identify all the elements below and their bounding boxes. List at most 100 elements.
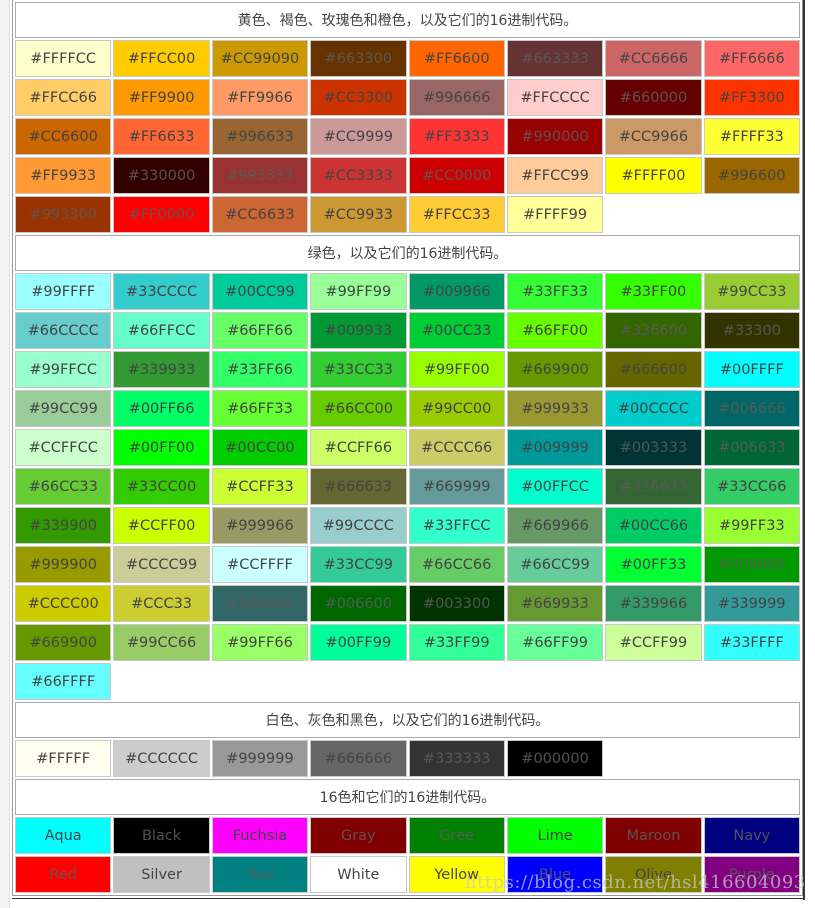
color-swatch-cell: #006666 bbox=[703, 390, 800, 427]
color-swatch-cell: #CCFFCC bbox=[15, 429, 112, 466]
color-swatch-cell: #996633 bbox=[211, 118, 309, 155]
color-swatch-cell: #999999 bbox=[211, 740, 309, 777]
color-swatch-cell: #33300 bbox=[703, 312, 800, 349]
color-row: #FFFFF #CCCCCC #999999 #666666 #333333 #00000… bbox=[15, 740, 800, 777]
color-swatch-cell: #CC0000 bbox=[408, 157, 505, 194]
color-row: #993300 #FF0000 #CC6633 #CC9933 #FFCC33 #FFFF… bbox=[15, 196, 800, 233]
section-title: 绿色，以及它们的16进制代码。 bbox=[15, 235, 800, 271]
empty-cell bbox=[605, 740, 702, 777]
color-swatch-cell: #666666 bbox=[310, 740, 407, 777]
color-row: #66CC33 #33CC00 #CCFF33 #666633 #669999 #00FF… bbox=[15, 468, 800, 505]
color-swatch-cell: #CCCC00 bbox=[15, 585, 112, 622]
empty-cell bbox=[211, 663, 309, 700]
color-swatch-cell: #009966 bbox=[408, 273, 505, 310]
color-row: #66CCCC #66FFCC #66FF66 #009933 #00CC33 #66FF… bbox=[15, 312, 800, 349]
color-swatch-cell: #66FFFF bbox=[15, 663, 112, 700]
color-swatch-cell: #996600 bbox=[703, 157, 800, 194]
color-swatch-cell: #663333 bbox=[506, 40, 604, 77]
color-row: #FFCC66 #FF9900 #FF9966 #CC3300 #996666 #FFCC… bbox=[15, 79, 800, 116]
color-swatch-cell: #99FF66 bbox=[211, 624, 309, 661]
color-swatch-cell: #999966 bbox=[211, 507, 309, 544]
color-swatch-cell: #990000 bbox=[506, 118, 604, 155]
color-code-tables: 黄色、褐色、玫瑰色和橙色，以及它们的16进制代码。 #FFFFCC #FFCC00 #… bbox=[12, 0, 803, 896]
color-swatch-cell: #669900 bbox=[506, 351, 604, 388]
color-swatch-cell: #FFFFCC bbox=[15, 40, 112, 77]
color-swatch-cell: #669999 bbox=[408, 468, 505, 505]
color-swatch-cell: Maroon bbox=[605, 817, 702, 854]
color-swatch-cell: #00CC00 bbox=[211, 429, 309, 466]
color-swatch-cell: Purple bbox=[703, 856, 800, 893]
color-swatch-cell: Fuchsia bbox=[211, 817, 309, 854]
color-swatch-cell: #33CC66 bbox=[703, 468, 800, 505]
color-swatch-cell: #00FFCC bbox=[506, 468, 604, 505]
color-swatch-cell: #99FF33 bbox=[703, 507, 800, 544]
color-swatch-cell: #00FFFF bbox=[703, 351, 800, 388]
color-swatch-cell: #FFCC66 bbox=[15, 79, 112, 116]
color-swatch-cell: Aqua bbox=[15, 817, 112, 854]
section-header-row: 绿色，以及它们的16进制代码。 bbox=[15, 235, 800, 271]
color-swatch-cell: #999900 bbox=[15, 546, 112, 583]
color-swatch-cell: #339999 bbox=[703, 585, 800, 622]
color-swatch-cell: #FF3333 bbox=[408, 118, 505, 155]
empty-cell bbox=[703, 740, 800, 777]
color-swatch-cell: #333333 bbox=[408, 740, 505, 777]
color-row: #99CC99 #00FF66 #66FF33 #66CC00 #99CC00 #9999… bbox=[15, 390, 800, 427]
color-swatch-cell: #FFFF00 bbox=[605, 157, 702, 194]
color-swatch-cell: #336633 bbox=[605, 468, 702, 505]
color-swatch-cell: #666600 bbox=[605, 351, 702, 388]
empty-cell bbox=[605, 196, 702, 233]
color-swatch-cell: #33FF00 bbox=[605, 273, 702, 310]
color-swatch-cell: #CC6633 bbox=[211, 196, 309, 233]
color-row: #FF9933 #330000 #993333 #CC3333 #CC0000 #FFCC… bbox=[15, 157, 800, 194]
color-swatch-cell: #660000 bbox=[605, 79, 702, 116]
color-swatch-cell: Gray bbox=[310, 817, 407, 854]
color-swatch-cell: Gree bbox=[408, 817, 505, 854]
color-swatch-cell: #003333 bbox=[605, 429, 702, 466]
color-swatch-cell: #99CC00 bbox=[408, 390, 505, 427]
color-swatch-cell: #00FF00 bbox=[113, 429, 210, 466]
color-row: Aqua Black Fuchsia Gray Gree Lime Maroon Navy bbox=[15, 817, 800, 854]
color-swatch-cell: Blue bbox=[506, 856, 604, 893]
bottom-border bbox=[12, 898, 805, 899]
color-swatch-cell: #00CC33 bbox=[408, 312, 505, 349]
color-swatch-cell: #000000 bbox=[506, 740, 604, 777]
color-swatch-cell: #33FF33 bbox=[506, 273, 604, 310]
color-row: Red Silver Teal White Yellow Blue Olive Purple bbox=[15, 856, 800, 893]
color-row: #CCFFCC #00FF00 #00CC00 #CCFF66 #CCCC66 #0099… bbox=[15, 429, 800, 466]
color-swatch-cell: #FF9933 bbox=[15, 157, 112, 194]
color-swatch-cell: #FF6666 bbox=[703, 40, 800, 77]
color-swatch-cell: #33FF99 bbox=[408, 624, 505, 661]
color-swatch-cell: #CC99090 bbox=[211, 40, 309, 77]
color-swatch-cell: #99CC33 bbox=[703, 273, 800, 310]
color-swatch-cell: #66CC66 bbox=[408, 546, 505, 583]
color-swatch-cell: Navy bbox=[703, 817, 800, 854]
section-title: 白色、灰色和黑色，以及它们的16进制代码。 bbox=[15, 702, 800, 738]
color-swatch-cell: #33FFCC bbox=[408, 507, 505, 544]
color-swatch-cell: #003300 bbox=[408, 585, 505, 622]
section-header-row: 16色和它们的16进制代码。 bbox=[15, 779, 800, 815]
color-swatch-cell: #FF9900 bbox=[113, 79, 210, 116]
color-row: #CCCC00 #CCC33 #336666 #006600 #003300 #66993… bbox=[15, 585, 800, 622]
color-swatch-cell: #993333 bbox=[211, 157, 309, 194]
empty-cell bbox=[506, 663, 604, 700]
color-swatch-cell: #CC6600 bbox=[15, 118, 112, 155]
color-swatch-cell: #339900 bbox=[15, 507, 112, 544]
color-swatch-cell: #00FF66 bbox=[113, 390, 210, 427]
section-header-row: 白色、灰色和黑色，以及它们的16进制代码。 bbox=[15, 702, 800, 738]
color-swatch-cell: #FF0000 bbox=[113, 196, 210, 233]
color-swatch-cell: #330000 bbox=[113, 157, 210, 194]
page-left-margin bbox=[0, 0, 10, 908]
empty-cell bbox=[703, 196, 800, 233]
color-row: #99FFCC #339933 #33FF66 #33CC33 #99FF00 #6699… bbox=[15, 351, 800, 388]
section-title: 16色和它们的16进制代码。 bbox=[15, 779, 800, 815]
color-swatch-cell: #669966 bbox=[506, 507, 604, 544]
color-row: #999900 #CCCC99 #CCFFFF #33CC99 #66CC66 #66CC… bbox=[15, 546, 800, 583]
color-swatch-cell: #CCCC99 bbox=[113, 546, 210, 583]
color-swatch-cell: #009900 bbox=[703, 546, 800, 583]
color-swatch-cell: Red bbox=[15, 856, 112, 893]
color-swatch-cell: #66CCCC bbox=[15, 312, 112, 349]
color-swatch-cell: #FFFF99 bbox=[506, 196, 604, 233]
color-swatch-cell: #FFCC99 bbox=[506, 157, 604, 194]
color-swatch-cell: #FF3300 bbox=[703, 79, 800, 116]
color-row: #CC6600 #FF6633 #996633 #CC9999 #FF3333 #9900… bbox=[15, 118, 800, 155]
